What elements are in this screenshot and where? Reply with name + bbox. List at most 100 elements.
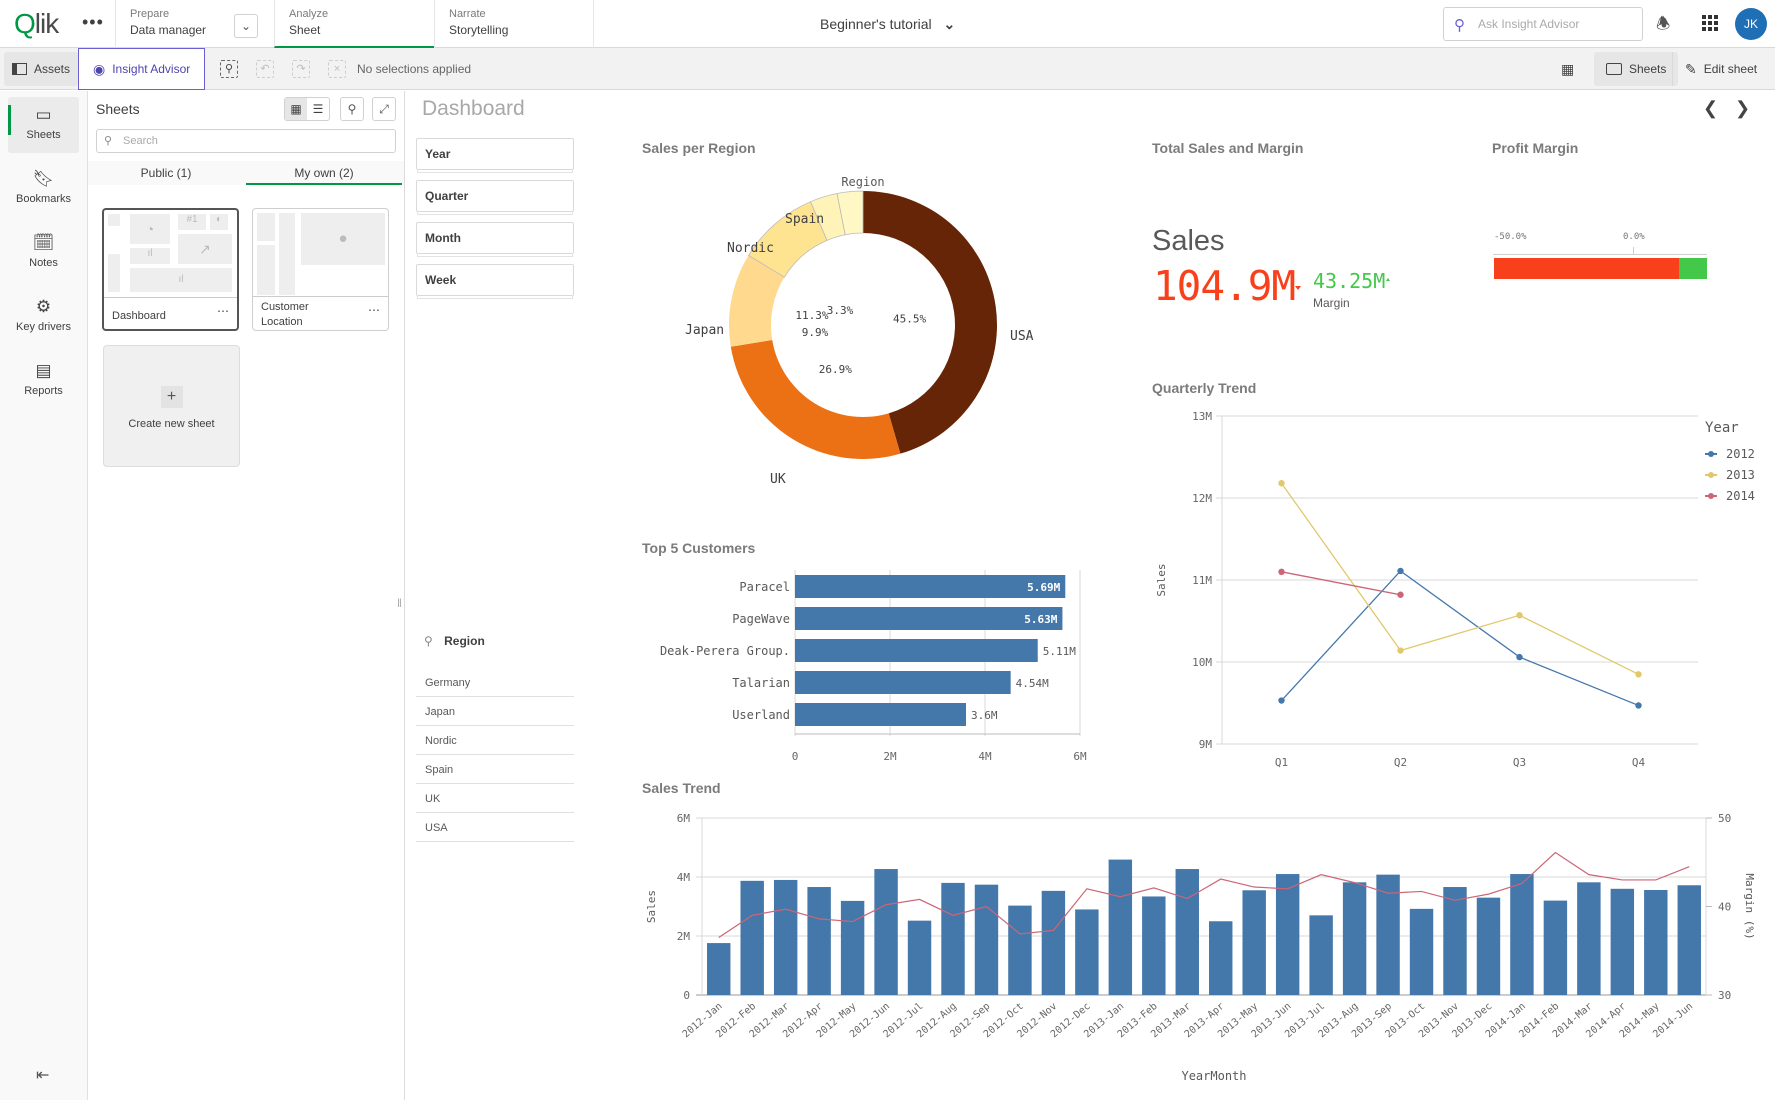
region-filter-header[interactable]: ⚲ Region [424,634,485,648]
bar [807,887,831,995]
bar [773,879,798,995]
y-tick-label: 6M [677,812,691,825]
panel-resize-handle[interactable]: ‖ [397,596,402,610]
filter-month[interactable]: Month [416,222,574,257]
bar-value-label: 3.6M [971,709,998,722]
sales-per-region-donut: Region 45.5% USA 26.9% UK 11.3% Japan 9.9% Nordi… [685,175,1034,487]
layout-grid-icon[interactable]: ▦ [1561,61,1574,78]
selections-status: No selections applied [357,62,472,76]
bookmark-icon: 🔖︎ [32,169,55,188]
grid-view-icon[interactable]: ▦ [285,98,307,120]
region-filter-title: Region [444,634,485,648]
sheets-search-input[interactable]: ⚲ Search [96,129,396,153]
clear-selections-icon: × [328,60,346,78]
insight-search-input[interactable]: ⚲ Ask Insight Advisor [1443,7,1643,41]
panel-toggle-icon [12,63,27,75]
bar [941,882,965,995]
gauge-tick-label: -50.0% [1494,232,1527,242]
assets-button[interactable]: Assets [4,52,79,86]
collapse-panel-icon[interactable]: ⇤ [36,1065,49,1085]
x-tick-label: Q2 [1394,756,1407,769]
create-new-sheet-button[interactable]: + Create new sheet [103,345,240,467]
bar [795,703,966,726]
sheets-button[interactable]: Sheets [1594,52,1679,86]
quarterly-trend-chart: 9M 10M 11M 12M 13M Sales Q1 Q2 Q3 Q4 Year 2012 2013 2… [1155,410,1755,769]
y-category-label: Talarian [732,676,790,690]
donut-percent-label: 9.9% [802,326,829,339]
previous-sheet-icon[interactable]: ❮ [1703,98,1718,119]
rail-item-key-drivers[interactable]: ⚙ Key drivers [8,289,79,345]
key-drivers-icon: ⚙ [35,297,52,316]
rail-item-label: Bookmarks [15,193,72,205]
top-bar: Qlik ••• Prepare Data manager ⌄ Analyze … [0,0,1775,48]
sheet-card-label: Customer Location [261,301,309,328]
filter-quarter[interactable]: Quarter [416,180,574,215]
gauge-tick-label: 0.0% [1623,232,1645,242]
expand-icon[interactable]: ⤢ [372,97,396,121]
gauge-negative-bar [1494,258,1679,279]
nav-tab-narrate-small: Narrate [449,8,486,20]
nav-tab-prepare-small: Prepare [130,8,170,20]
rail-item-label: Reports [24,385,63,397]
region-list-item[interactable]: Spain [416,755,574,784]
more-options-icon[interactable]: ⋯ [368,303,380,317]
region-list-item[interactable]: Germany [416,668,574,697]
data-point-2012 [1635,702,1642,709]
chevron-down-icon: ⌄ [240,19,252,33]
y2-axis-title: Margin (%) [1743,873,1756,939]
insight-advisor-button[interactable]: ◉ Insight Advisor [78,48,206,90]
more-options-icon[interactable]: ⋯ [217,304,229,318]
prepare-dropdown-button[interactable]: ⌄ [234,14,258,38]
nav-tab-narrate[interactable]: Narrate Storytelling [434,0,594,48]
tab-my-own[interactable]: My own (2) [246,161,402,185]
sales-trend-chart: 02M4M6M304050Sales Margin (%)2012-Jan2012… [645,812,1756,1083]
y-category-label: Paracel [739,580,790,594]
bar [795,671,1011,694]
reports-icon: ▤ [35,361,52,380]
edit-sheet-button[interactable]: ✎ Edit sheet [1672,52,1769,86]
next-sheet-icon[interactable]: ❯ [1735,98,1750,119]
more-menu-button[interactable]: ••• [82,12,104,33]
app-title-dropdown[interactable]: Beginner's tutorial ⌄ [820,16,955,33]
region-list-item[interactable]: Nordic [416,726,574,755]
sheets-search-placeholder: Search [123,135,158,147]
filter-year[interactable]: Year [416,138,574,173]
user-avatar[interactable]: JK [1735,8,1767,40]
pin-icon[interactable]: ⚲ [340,97,364,121]
rail-item-reports[interactable]: ▤ Reports [8,353,79,409]
legend-swatch-dot [1708,451,1714,457]
donut-category-label: Spain [785,212,824,227]
qlik-logo[interactable]: Qlik [14,8,59,40]
x-tick-label: Q1 [1275,756,1288,769]
bar [1577,882,1601,995]
rail-item-bookmarks[interactable]: 🔖︎ Bookmarks [8,161,79,217]
y-tick-label: 4M [677,871,691,884]
nav-tab-analyze[interactable]: Analyze Sheet [274,0,434,48]
bar [874,869,898,995]
chart-title-total-sales: Total Sales and Margin [1152,140,1304,156]
y2-tick-label: 30 [1718,989,1731,1002]
nav-tab-prepare-label: Data manager [130,23,207,37]
sheet-card-dashboard[interactable]: ◔ #1 ◐ ↗ ıl ıl Dashboard ⋯ [102,208,239,331]
donut-percent-label: 26.9% [819,363,852,376]
app-launcher-grid-icon[interactable] [1702,15,1718,31]
gauge-zero-tick [1633,247,1634,255]
gauge-positive-bar [1678,258,1707,279]
insight-advisor-label: Insight Advisor [112,62,191,76]
tab-public[interactable]: Public (1) [88,161,244,185]
filter-week[interactable]: Week [416,264,574,299]
region-list-item[interactable]: USA [416,813,574,842]
region-list-item[interactable]: Japan [416,697,574,726]
sheet-card-customer-location[interactable]: ● Customer Location ⋯ [252,208,389,331]
series-line-2014 [1281,571,1401,596]
rail-item-sheets[interactable]: ▭ Sheets [8,97,79,153]
series-line-2013 [1280,482,1639,675]
rail-item-notes[interactable]: 🗓︎ Notes [8,225,79,281]
bar [1008,905,1032,995]
search-icon: ⚲ [1454,17,1465,34]
sheet-thumbnail: ◔ #1 ◐ ↗ ıl ıl [104,210,237,298]
list-view-icon[interactable]: ☰ [307,98,329,120]
region-list-item[interactable]: UK [416,784,574,813]
smart-search-icon[interactable]: ⚲ [220,60,238,78]
notifications-bell-icon[interactable]: 🕭 [1656,13,1670,40]
